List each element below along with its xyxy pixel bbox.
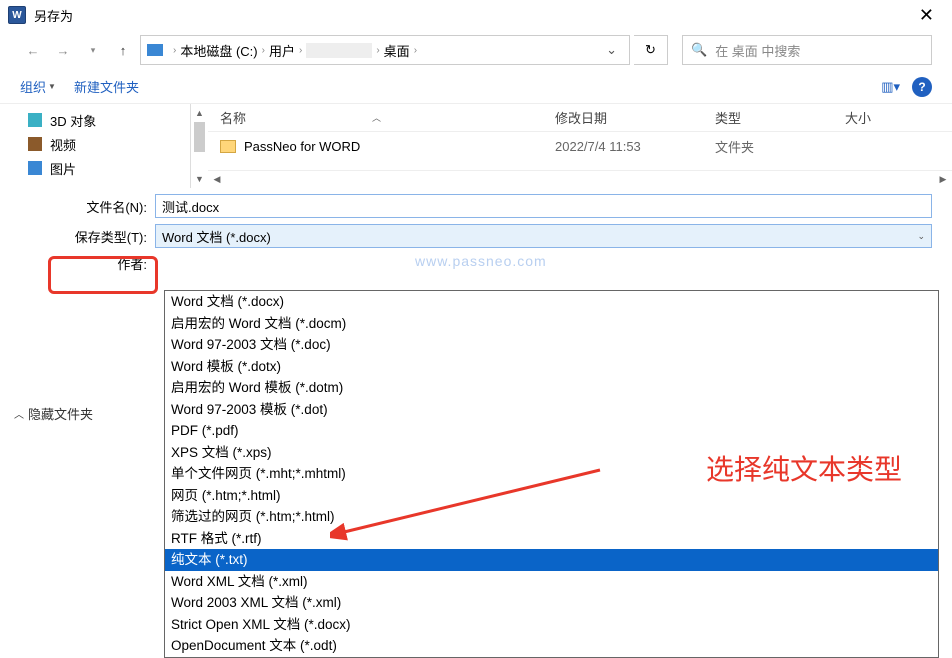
header-name[interactable]: 名称 [220, 108, 246, 127]
dropdown-option[interactable]: 启用宏的 Word 模板 (*.dotm) [165, 377, 938, 399]
sidebar-item-3d[interactable]: 3D 对象 [0, 108, 190, 132]
sort-asc-icon: ︿ [372, 111, 381, 124]
path-dropdown-icon[interactable]: ⌄ [606, 42, 617, 58]
crumb-redacted[interactable]: xxxx [306, 43, 372, 58]
search-input[interactable]: 🔍 在 桌面 中搜索 [682, 35, 932, 65]
filename-input[interactable] [155, 194, 932, 218]
new-folder-button[interactable]: 新建文件夹 [74, 77, 139, 96]
drive-icon [147, 44, 163, 56]
dropdown-option[interactable]: Word 模板 (*.dotx) [165, 356, 938, 378]
chevron-icon: ︿ [14, 406, 24, 421]
sidebar-item-label: 3D 对象 [50, 111, 96, 130]
annotation-highlight-box [48, 256, 158, 294]
video-icon [28, 137, 42, 151]
savetype-label: 保存类型(T): [55, 227, 155, 246]
dropdown-option[interactable]: PDF (*.pdf) [165, 420, 938, 442]
dropdown-option[interactable]: Word 文档 (*.docx) [165, 291, 938, 313]
3d-objects-icon [28, 113, 42, 127]
file-list: 名称 ︿ 修改日期 类型 大小 PassNeo for WORD 2022/7/4… [208, 104, 952, 188]
dropdown-option[interactable]: Word 2003 XML 文档 (*.xml) [165, 592, 938, 614]
annotation-text: 选择纯文本类型 [706, 448, 902, 488]
chevron-right-icon: › [414, 45, 417, 56]
scroll-left-icon[interactable]: ◀ [208, 174, 226, 185]
row-name-text: PassNeo for WORD [244, 139, 360, 154]
row-date-text: 2022/7/4 11:53 [555, 139, 715, 154]
scroll-up-icon[interactable]: ▲ [191, 104, 208, 122]
history-dropdown[interactable]: ▾ [80, 37, 106, 63]
dropdown-option[interactable]: Word XML 文档 (*.xml) [165, 571, 938, 593]
sidebar: 3D 对象 视频 图片 [0, 104, 190, 188]
organize-button[interactable]: 组织 ▼ [20, 77, 56, 96]
table-row[interactable]: PassNeo for WORD 2022/7/4 11:53 文件夹 [208, 132, 952, 160]
close-button[interactable]: ✕ [909, 5, 944, 26]
crumb-users[interactable]: 用户 [269, 41, 295, 60]
dropdown-option[interactable]: Word 97-2003 文档 (*.doc) [165, 334, 938, 356]
scroll-thumb[interactable] [194, 122, 205, 152]
sidebar-item-video[interactable]: 视频 [0, 132, 190, 156]
dropdown-option[interactable]: 启用宏的 Word 文档 (*.docm) [165, 313, 938, 335]
annotation-arrow [330, 465, 610, 545]
chevron-down-icon: ⌄ [917, 231, 925, 242]
search-placeholder: 在 桌面 中搜索 [715, 41, 800, 60]
header-size[interactable]: 大小 [845, 108, 940, 127]
chevron-right-icon: › [299, 45, 302, 56]
window-title: 另存为 [34, 6, 909, 25]
scroll-down-icon[interactable]: ▼ [191, 170, 208, 188]
breadcrumb-bar[interactable]: › 本地磁盘 (C:) › 用户 › xxxx › 桌面 › ⌄ [140, 35, 630, 65]
header-type[interactable]: 类型 [715, 108, 845, 127]
pictures-icon [28, 161, 42, 175]
chevron-right-icon: › [376, 45, 379, 56]
word-app-icon: W [8, 6, 26, 24]
sidebar-item-label: 视频 [50, 135, 76, 154]
horizontal-scrollbar[interactable]: ◀ ▶ [208, 170, 952, 188]
back-button[interactable]: ← [20, 37, 46, 63]
organize-label: 组织 [20, 77, 46, 96]
search-icon: 🔍 [691, 42, 707, 58]
folder-icon [220, 140, 236, 153]
chevron-right-icon: › [173, 45, 176, 56]
dropdown-option[interactable]: Word 97-2003 模板 (*.dot) [165, 399, 938, 421]
view-options-button[interactable]: ▥▾ [881, 79, 900, 95]
watermark-text: www.passneo.com [415, 253, 547, 269]
crumb-desktop[interactable]: 桌面 [384, 41, 410, 60]
help-button[interactable]: ? [912, 77, 932, 97]
row-type-text: 文件夹 [715, 137, 845, 156]
savetype-value: Word 文档 (*.docx) [162, 227, 271, 246]
savetype-combobox[interactable]: Word 文档 (*.docx) ⌄ [155, 224, 932, 248]
dropdown-option[interactable]: Strict Open XML 文档 (*.docx) [165, 614, 938, 636]
scroll-right-icon[interactable]: ▶ [934, 174, 952, 185]
header-date[interactable]: 修改日期 [555, 108, 715, 127]
chevron-down-icon: ▼ [48, 82, 56, 91]
up-button[interactable]: ↑ [110, 37, 136, 63]
hide-folders-toggle[interactable]: ︿ 隐藏文件夹 [14, 404, 93, 423]
hide-folders-label: 隐藏文件夹 [28, 404, 93, 423]
chevron-right-icon: › [262, 45, 265, 56]
sidebar-item-label: 图片 [50, 159, 76, 178]
crumb-root[interactable]: 本地磁盘 (C:) [180, 41, 257, 60]
forward-button[interactable]: → [50, 37, 76, 63]
refresh-button[interactable]: ↻ [634, 35, 668, 65]
dropdown-option[interactable]: 纯文本 (*.txt) [165, 549, 938, 571]
sidebar-scrollbar[interactable]: ▲ ▼ [190, 104, 208, 188]
filename-label: 文件名(N): [55, 197, 155, 216]
sidebar-item-pictures[interactable]: 图片 [0, 156, 190, 180]
dropdown-option[interactable]: OpenDocument 文本 (*.odt) [165, 635, 938, 657]
